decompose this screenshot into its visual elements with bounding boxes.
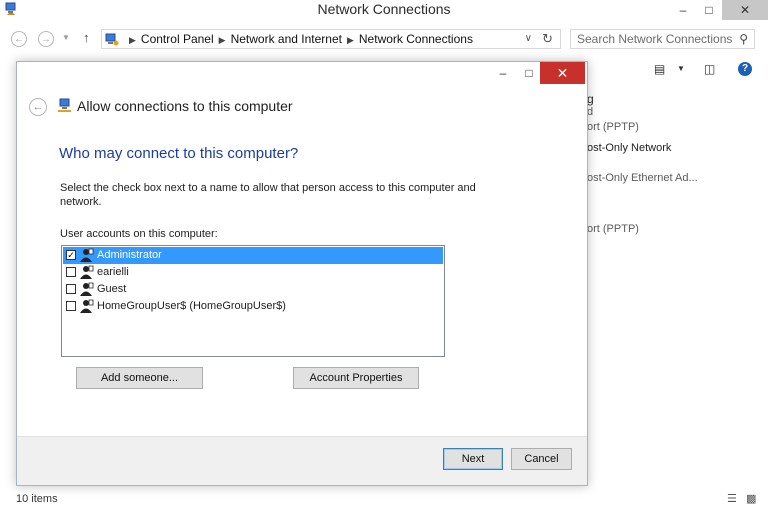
maximize-button[interactable]: □	[696, 0, 722, 20]
breadcrumb-separator-icon: ▶	[129, 35, 136, 45]
list-item[interactable]: ost-Only Network	[587, 142, 671, 154]
user-name: HomeGroupUser$ (HomeGroupUser$)	[97, 300, 286, 312]
large-icons-view-icon[interactable]: ▩	[746, 492, 756, 505]
allow-connections-dialog: ‒ □ ✕ ← Allow connections to this comput…	[16, 61, 588, 486]
list-item[interactable]: ort (PPTP)	[587, 223, 639, 235]
search-box[interactable]: ⚲	[570, 29, 755, 49]
address-bar[interactable]: ▶ Control Panel ▶ Network and Internet ▶ Netw…	[101, 29, 561, 49]
dialog-title: Allow connections to this computer	[77, 98, 293, 114]
view-options-chevron-icon[interactable]: ▼	[677, 64, 685, 73]
dialog-heading: Who may connect to this computer?	[59, 145, 299, 162]
help-icon[interactable]: ?	[738, 62, 752, 76]
user-icon	[80, 299, 94, 313]
list-item[interactable]: ort (PPTP)	[587, 121, 639, 133]
user-name: earielli	[97, 266, 129, 278]
close-button[interactable]: ✕	[722, 0, 768, 20]
details-view-icon[interactable]: ☰	[727, 492, 737, 505]
item-count: 10 items	[16, 493, 58, 505]
list-item-administrator[interactable]: ✓ Administrator	[63, 247, 443, 264]
user-accounts-list[interactable]: ✓ Administrator earielli Guest HomeGroup…	[61, 245, 445, 357]
list-item-homegroupuser[interactable]: HomeGroupUser$ (HomeGroupUser$)	[63, 298, 443, 315]
breadcrumb-separator-icon[interactable]: ▶	[347, 35, 354, 45]
change-view-icon[interactable]: ▤	[654, 62, 665, 76]
navigation-bar: ← → ▼ ↑ ▶ Control Panel ▶ Network and Inter…	[0, 26, 768, 54]
list-item[interactable]: ost-Only Ethernet Ad...	[587, 172, 698, 184]
forward-arrow-icon[interactable]: →	[38, 31, 54, 47]
list-item-guest[interactable]: Guest	[63, 281, 443, 298]
account-properties-button[interactable]: Account Properties	[293, 367, 419, 389]
breadcrumb-separator-icon[interactable]: ▶	[219, 35, 226, 45]
breadcrumb-network-and-internet[interactable]: Network and Internet	[231, 32, 342, 46]
user-icon	[80, 248, 94, 262]
guest-checkbox[interactable]	[66, 284, 76, 294]
user-name: Administrator	[97, 249, 162, 261]
list-item-earielli[interactable]: earielli	[63, 264, 443, 281]
window-caption-buttons: ‒ □ ✕	[670, 0, 768, 20]
earielli-checkbox[interactable]	[66, 267, 76, 277]
cancel-button[interactable]: Cancel	[511, 448, 572, 470]
list-item[interactable]: g	[587, 92, 594, 106]
refresh-icon[interactable]: ↻	[542, 31, 553, 47]
search-input[interactable]	[577, 31, 737, 47]
dialog-back-arrow-icon[interactable]: ←	[29, 98, 47, 116]
address-history-chevron-icon[interactable]: ∨	[525, 33, 532, 44]
view-toolbar: ▤ ▼ ◫ ?	[650, 62, 760, 78]
window-titlebar: Network Connections ‒ □ ✕	[0, 0, 768, 20]
breadcrumb-network-connections[interactable]: Network Connections	[359, 32, 473, 46]
add-someone-button[interactable]: Add someone...	[76, 367, 203, 389]
user-name: Guest	[97, 283, 127, 295]
user-accounts-label: User accounts on this computer:	[60, 228, 218, 240]
incoming-connection-icon	[58, 98, 71, 112]
next-button[interactable]: Next	[443, 448, 503, 470]
minimize-button[interactable]: ‒	[670, 0, 696, 20]
dialog-caption: ‒ □ ✕	[17, 62, 587, 86]
status-bar: 10 items ☰ ▩	[0, 486, 768, 508]
preview-pane-icon[interactable]: ◫	[704, 62, 715, 76]
up-arrow-icon[interactable]: ↑	[83, 30, 90, 45]
dialog-close-button[interactable]: ✕	[540, 62, 585, 84]
recent-locations-chevron-icon[interactable]: ▼	[62, 33, 70, 42]
back-arrow-icon[interactable]: ←	[11, 31, 27, 47]
breadcrumb: ▶ Control Panel ▶ Network and Internet ▶ Netw…	[124, 32, 473, 46]
control-panel-icon	[105, 33, 119, 46]
window-title: Network Connections	[317, 1, 451, 17]
dialog-minimize-button[interactable]: ‒	[490, 62, 516, 84]
administrator-checkbox[interactable]: ✓	[66, 250, 76, 260]
homegroupuser-checkbox[interactable]	[66, 301, 76, 311]
dialog-footer: Next Cancel	[17, 436, 587, 485]
search-icon[interactable]: ⚲	[739, 32, 748, 46]
user-icon	[80, 265, 94, 279]
dialog-description: Select the check box next to a name to a…	[60, 182, 476, 208]
user-icon	[80, 282, 94, 296]
dialog-maximize-button[interactable]: □	[516, 62, 542, 84]
breadcrumb-control-panel[interactable]: Control Panel	[141, 32, 214, 46]
